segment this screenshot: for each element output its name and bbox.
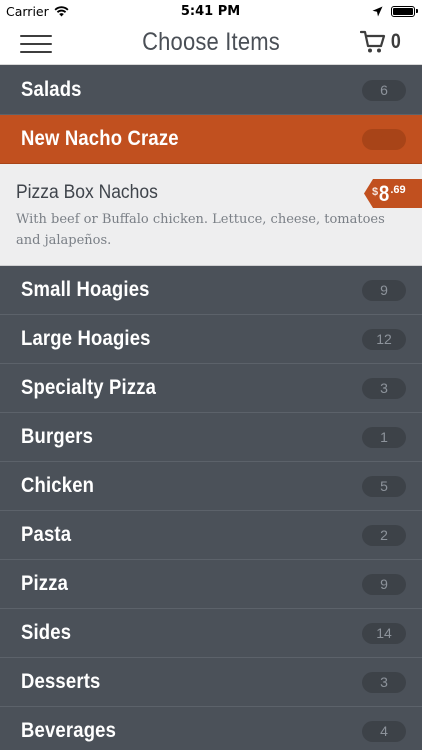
wifi-icon (54, 5, 69, 16)
category-count-badge: 5 (362, 475, 406, 497)
category-label: Sides (21, 621, 72, 644)
status-left: Carrier (6, 4, 126, 19)
category-row-specialty-pizza[interactable]: Specialty Pizza 3 (0, 364, 422, 413)
category-row-desserts[interactable]: Desserts 3 (0, 658, 422, 707)
location-arrow-icon (372, 6, 383, 16)
category-label: Salads (21, 78, 82, 101)
cart-icon (360, 30, 386, 53)
page-title: Choose Items (142, 28, 280, 56)
category-count-badge: 14 (362, 622, 406, 644)
battery-icon (390, 5, 418, 17)
category-label: Desserts (21, 670, 101, 693)
category-label: New Nacho Craze (21, 127, 179, 150)
category-count-badge: 12 (362, 328, 406, 350)
category-count-badge: 9 (362, 573, 406, 595)
item-description: With beef or Buffalo chicken. Lettuce, c… (16, 212, 385, 248)
cart-button[interactable]: 0 (360, 30, 402, 54)
menu-item-card[interactable]: Pizza Box Nachos With beef or Buffalo ch… (0, 164, 422, 266)
category-row-small-hoagies[interactable]: Small Hoagies 9 (0, 266, 422, 315)
category-count-badge: 6 (362, 79, 406, 101)
clock-time: 5:41 PM (180, 3, 241, 19)
category-count-badge: 3 (362, 671, 406, 693)
category-row-chicken[interactable]: Chicken 5 (0, 462, 422, 511)
category-count-badge: 9 (362, 279, 406, 301)
price-whole: 8 (379, 180, 390, 206)
category-label: Burgers (21, 425, 94, 448)
price-tag: $ 8 .69 (364, 179, 422, 208)
category-row-new-nacho-craze[interactable]: New Nacho Craze 1 (0, 115, 422, 164)
category-row-pizza[interactable]: Pizza 9 (0, 560, 422, 609)
category-row-large-hoagies[interactable]: Large Hoagies 12 (0, 315, 422, 364)
category-count-badge: 2 (362, 524, 406, 546)
category-row-pasta[interactable]: Pasta 2 (0, 511, 422, 560)
category-row-sides[interactable]: Sides 14 (0, 609, 422, 658)
status-bar: Carrier 5:41 PM (0, 0, 422, 22)
category-list: Salads 6 New Nacho Craze 1 Pizza Box Nac… (0, 66, 422, 750)
nav-bar: Choose Items 0 (0, 22, 422, 65)
category-row-salads[interactable]: Salads 6 (0, 66, 422, 115)
category-count-badge: 3 (362, 377, 406, 399)
category-label: Pizza (21, 572, 69, 595)
category-count-badge: 1 (362, 426, 406, 448)
category-count-badge: 1 (362, 128, 406, 150)
cart-count: 0 (391, 30, 402, 53)
status-right (295, 5, 418, 17)
category-row-burgers[interactable]: Burgers 1 (0, 413, 422, 462)
price-currency: $ (372, 185, 379, 198)
category-label: Chicken (21, 474, 95, 497)
price-cents: .69 (390, 183, 406, 196)
category-label: Small Hoagies (21, 278, 150, 301)
category-label: Pasta (21, 523, 72, 546)
category-label: Specialty Pizza (21, 376, 157, 399)
category-label: Beverages (21, 719, 117, 742)
carrier-label: Carrier (6, 3, 49, 19)
category-row-beverages[interactable]: Beverages 4 (0, 707, 422, 750)
item-name: Pizza Box Nachos (16, 182, 158, 203)
category-label: Large Hoagies (21, 327, 151, 350)
category-count-badge: 4 (362, 720, 406, 742)
